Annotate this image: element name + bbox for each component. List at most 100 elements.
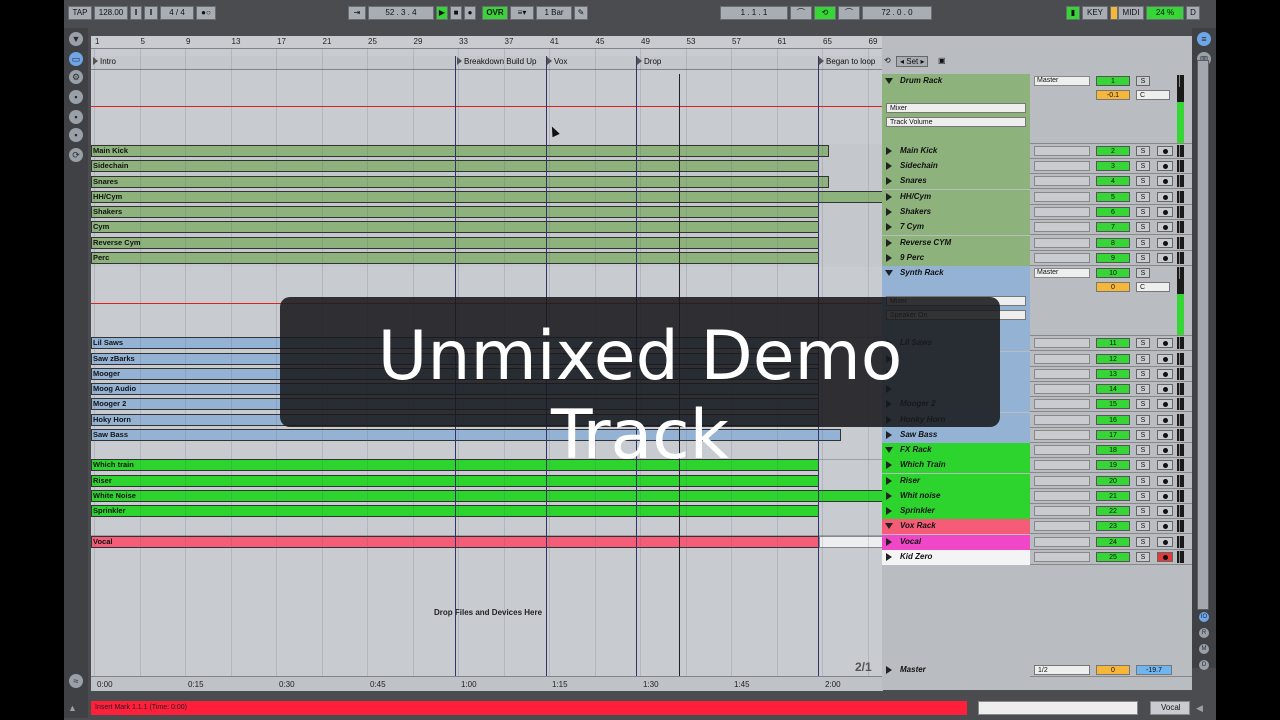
clip-main-kick[interactable]: Main Kick xyxy=(91,145,829,157)
track-output-select[interactable] xyxy=(1034,460,1090,470)
solo-button[interactable]: S xyxy=(1136,238,1150,248)
track-activator[interactable]: 2 xyxy=(1096,146,1130,156)
fold-triangle-icon[interactable] xyxy=(886,553,892,561)
solo-button[interactable]: S xyxy=(1136,176,1150,186)
refresh-icon[interactable]: ⟳ xyxy=(69,148,83,162)
automation-line[interactable] xyxy=(91,106,883,107)
track-activator[interactable]: 11 xyxy=(1096,338,1130,348)
track-name[interactable]: Vox Rack xyxy=(882,519,1030,534)
fold-triangle-icon[interactable] xyxy=(886,193,892,201)
loop-set-icon[interactable]: ⟲ xyxy=(884,56,891,65)
track-name[interactable]: Kid Zero xyxy=(882,550,1030,565)
track-header[interactable]: Kid Zero 25 S xyxy=(882,550,1192,565)
clip-hh-cym[interactable]: HH/Cym xyxy=(91,191,883,203)
nudge-up-button[interactable]: ‖ xyxy=(144,6,158,20)
arm-button[interactable] xyxy=(1157,476,1173,486)
solo-button[interactable]: S xyxy=(1136,476,1150,486)
fold-triangle-icon[interactable] xyxy=(885,523,893,529)
metronome-button[interactable]: ●○ xyxy=(196,6,216,20)
fold-triangle-icon[interactable] xyxy=(885,270,893,276)
fold-triangle-icon[interactable] xyxy=(886,492,892,500)
track-activator[interactable]: 16 xyxy=(1096,415,1130,425)
track-activator[interactable]: 23 xyxy=(1096,521,1130,531)
drum-param-select[interactable]: Track Volume xyxy=(886,117,1026,127)
track-header[interactable]: Vocal 24 S xyxy=(882,535,1192,550)
fold-triangle-icon[interactable] xyxy=(886,162,892,170)
track-activator[interactable]: 12 xyxy=(1096,354,1130,364)
track-activator[interactable]: 21 xyxy=(1096,491,1130,501)
loop-start-field[interactable]: 1 . 1 . 1 xyxy=(720,6,788,20)
solo-button[interactable]: S xyxy=(1136,445,1150,455)
fold-triangle-icon[interactable] xyxy=(886,538,892,546)
solo-button[interactable]: S xyxy=(1136,146,1150,156)
arm-button[interactable] xyxy=(1157,354,1173,364)
track-output-select[interactable] xyxy=(1034,369,1090,379)
track-name[interactable]: 7 Cym xyxy=(882,220,1030,235)
master-volume[interactable]: -19.7 xyxy=(1136,665,1172,675)
return-toggle-icon[interactable]: R xyxy=(1199,628,1209,638)
plugin-devices-icon[interactable]: ⚙ xyxy=(69,70,83,84)
fold-triangle-icon[interactable] xyxy=(886,507,892,515)
track-output-select[interactable] xyxy=(1034,476,1090,486)
solo-button[interactable]: S xyxy=(1136,430,1150,440)
solo-button[interactable]: S xyxy=(1136,491,1150,501)
clip-snares[interactable]: Snares xyxy=(91,176,829,188)
arm-button[interactable] xyxy=(1157,430,1173,440)
solo-button[interactable]: S xyxy=(1136,506,1150,516)
track-output-select[interactable] xyxy=(1034,176,1090,186)
tempo-field[interactable]: 128.00 xyxy=(94,6,128,20)
track-output-select[interactable] xyxy=(1034,222,1090,232)
track-output-select[interactable] xyxy=(1034,491,1090,501)
track-header[interactable]: Main Kick 2 S xyxy=(882,144,1192,159)
track-header[interactable]: 9 Perc 9 S xyxy=(882,251,1192,266)
track-output-select[interactable] xyxy=(1034,415,1090,425)
track-header[interactable]: 7 Cym 7 S xyxy=(882,220,1192,235)
solo-button[interactable]: S xyxy=(1136,76,1150,86)
drum-pan-right[interactable]: C xyxy=(1136,90,1170,100)
track-activator[interactable]: 9 xyxy=(1096,253,1130,263)
track-activator[interactable]: 7 xyxy=(1096,222,1130,232)
drum-mixer-select[interactable]: Mixer xyxy=(886,103,1026,113)
locator-breakdown[interactable]: Breakdown Build Up xyxy=(457,57,536,66)
master-name[interactable]: Master xyxy=(882,663,1030,677)
session-view-icon[interactable]: ≡ xyxy=(1197,32,1211,46)
folder-3-icon[interactable]: ▪ xyxy=(69,128,83,142)
track-name[interactable]: 9 Perc xyxy=(882,251,1030,266)
track-activator[interactable]: 24 xyxy=(1096,537,1130,547)
track-activator[interactable]: 10 xyxy=(1096,268,1130,278)
solo-button[interactable]: S xyxy=(1136,521,1150,531)
track-output-select[interactable] xyxy=(1034,161,1090,171)
fold-triangle-icon[interactable] xyxy=(886,666,892,674)
arrangement-position-field[interactable]: 52 . 3 . 4 xyxy=(368,6,434,20)
fold-triangle-icon[interactable] xyxy=(886,239,892,247)
overview-toggle-icon[interactable]: ≈ xyxy=(69,674,83,688)
solo-button[interactable]: S xyxy=(1136,338,1150,348)
time-ruler[interactable]: 0:00 0:15 0:30 0:45 1:00 1:15 1:30 1:45 2:00 xyxy=(91,676,883,691)
track-activator[interactable]: 17 xyxy=(1096,430,1130,440)
track-activator[interactable]: 20 xyxy=(1096,476,1130,486)
fold-triangle-icon[interactable] xyxy=(886,147,892,155)
follow-button[interactable]: ⇥ xyxy=(348,6,366,20)
master-output-select[interactable]: 1/2 xyxy=(1034,665,1090,675)
master-pan[interactable]: 0 xyxy=(1096,665,1130,675)
solo-button[interactable]: S xyxy=(1136,552,1150,562)
clip-white-noise[interactable]: White Noise xyxy=(91,490,883,502)
punch-out-button[interactable]: ⌒ xyxy=(838,6,860,20)
drum-pan-value[interactable]: -0.1 xyxy=(1096,90,1130,100)
track-header[interactable]: HH/Cym 5 S xyxy=(882,190,1192,205)
track-name[interactable]: HH/Cym xyxy=(882,190,1030,205)
arm-button[interactable] xyxy=(1157,369,1173,379)
set-button[interactable]: ◂ Set ▸ xyxy=(896,56,929,67)
track-name[interactable]: Reverse CYM xyxy=(882,236,1030,251)
track-output-select[interactable] xyxy=(1034,338,1090,348)
fold-triangle-icon[interactable] xyxy=(886,254,892,262)
arm-button[interactable] xyxy=(1157,445,1173,455)
fold-triangle-icon[interactable] xyxy=(885,78,893,84)
arm-button[interactable] xyxy=(1157,491,1173,501)
arm-button[interactable] xyxy=(1157,207,1173,217)
track-activator[interactable]: 19 xyxy=(1096,460,1130,470)
fold-triangle-icon[interactable] xyxy=(886,477,892,485)
track-output-select[interactable] xyxy=(1034,552,1090,562)
tap-button[interactable]: TAP xyxy=(68,6,92,20)
fold-triangle-icon[interactable] xyxy=(886,223,892,231)
